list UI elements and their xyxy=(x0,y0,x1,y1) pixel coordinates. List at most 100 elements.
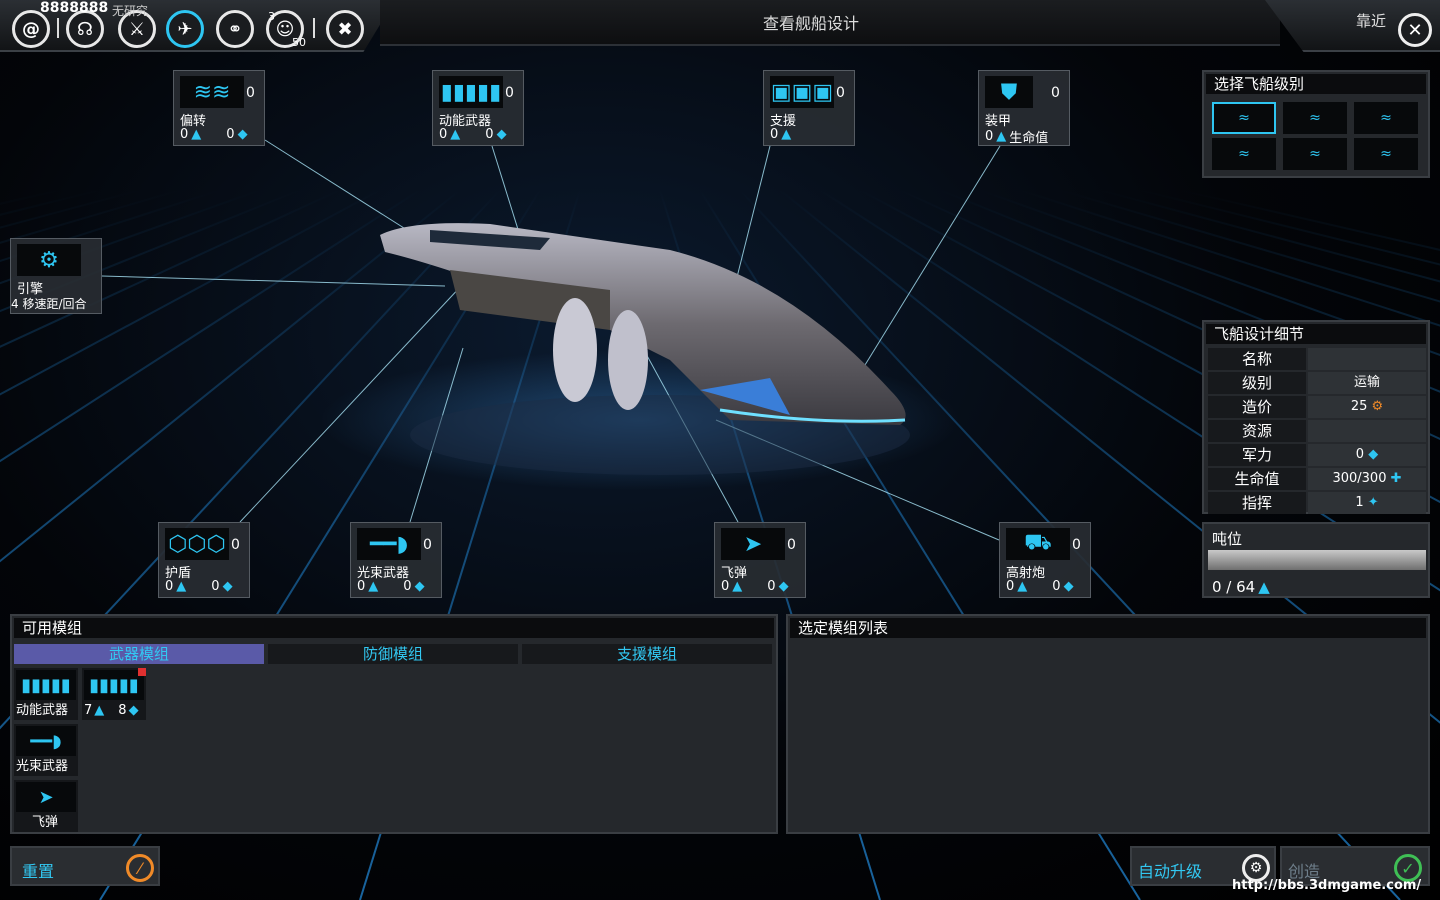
node-stats: 0 ▲ xyxy=(770,127,792,142)
node-shield[interactable]: ⬡⬡⬡ 0 护盾 0 ▲ 0 ◆ xyxy=(158,522,250,598)
detail-row: 级别 运输 xyxy=(1208,372,1426,394)
research-status: 无研究 xyxy=(112,4,149,18)
tonnage-value: 0 / 64 ▲ xyxy=(1212,578,1270,596)
turn-badge: 3 xyxy=(268,10,275,23)
detail-value xyxy=(1308,348,1426,370)
beam-weapon-icon: ━━◗ xyxy=(357,528,421,560)
missile-icon: ➤ xyxy=(16,782,76,812)
armor-icon: ⛊ xyxy=(985,76,1033,108)
node-count: 0 xyxy=(423,537,432,553)
node-kinetic-weapon[interactable]: ▮▮▮▮▮ 0 动能武器 0 ▲ 0 ◆ xyxy=(432,70,524,146)
reset-label: 重置 xyxy=(22,862,55,881)
detail-value xyxy=(1308,420,1426,442)
detail-row: 造价 25 ⚙ xyxy=(1208,396,1426,418)
detail-row: 指挥 1 ✦ xyxy=(1208,492,1426,514)
divider xyxy=(57,18,59,38)
close-icon[interactable]: ✕ xyxy=(1398,13,1432,47)
node-support[interactable]: ▣▣▣ 0 支援 0 ▲ xyxy=(763,70,855,146)
module-label: 光束武器 xyxy=(16,759,69,774)
module-beam-weapon[interactable]: ━━◗ 光束武器 xyxy=(14,724,78,776)
tonnage-title: 吨位 xyxy=(1212,530,1243,548)
tab-support-modules[interactable]: 支援模组 xyxy=(522,644,772,664)
module-label: 飞弹 xyxy=(32,815,59,830)
kinetic-weapon-icon: ▮▮▮▮▮ xyxy=(16,670,76,700)
cancel-icon: ⁄ xyxy=(126,854,154,882)
ship-class-option[interactable]: ≈ xyxy=(1212,102,1276,134)
ship-class-option[interactable]: ≈ xyxy=(1354,102,1418,134)
command-icon: ✦ xyxy=(1363,495,1379,510)
support-icon: ▣▣▣ xyxy=(770,76,834,108)
node-armor[interactable]: ⛊ 0 装甲 0 ▲ 生命值 xyxy=(978,70,1070,146)
module-stats: 7 ▲ 8 ◆ xyxy=(84,703,139,718)
detail-row: 生命值 300/300 ✚ xyxy=(1208,468,1426,490)
node-count: 0 xyxy=(1051,85,1060,101)
top-bar: @ ☊ ⚔ ✈ ⚭ ☺ ✖ 8888888 无研究 3 50 查看舰船设计 靠近… xyxy=(0,0,1440,60)
divider xyxy=(313,18,315,38)
panel-title: 选定模组列表 xyxy=(790,618,1426,638)
detail-key: 资源 xyxy=(1208,420,1306,442)
new-badge xyxy=(138,668,146,676)
tab-defense-modules[interactable]: 防御模组 xyxy=(268,644,518,664)
handshake-icon[interactable]: ⚭ xyxy=(216,10,254,48)
engine-icon: ⚙ xyxy=(17,244,81,276)
node-beam-weapon[interactable]: ━━◗ 0 光束武器 0 ▲ 0 ◆ xyxy=(350,522,442,598)
tools-icon[interactable]: ✖ xyxy=(326,10,364,48)
node-stats: 0 ▲ 0 ◆ xyxy=(721,579,789,594)
detail-value: 运输 xyxy=(1308,372,1426,394)
node-flak[interactable]: ⛟ 0 高射炮 0 ▲ 0 ◆ xyxy=(999,522,1091,598)
detail-key: 指挥 xyxy=(1208,492,1306,514)
panel-title: 选择飞船级别 xyxy=(1206,74,1426,94)
resource-counter: 8888888 xyxy=(40,0,109,16)
gear-icon: ⚙ xyxy=(1367,399,1384,414)
flak-icon: ⛟ xyxy=(1006,528,1070,560)
military-icon: ◆ xyxy=(1364,447,1379,462)
ship-details-panel: 飞船设计细节 名称 级别 运输 造价 25 ⚙ 资源 军力 0 ◆ 生命值 300/300 ✚ 指挥… xyxy=(1202,320,1430,514)
spaceship-model[interactable] xyxy=(370,210,930,480)
detail-row: 名称 xyxy=(1208,348,1426,370)
detail-key: 造价 xyxy=(1208,396,1306,418)
kinetic-weapon-icon: ▮▮▮▮▮ xyxy=(84,670,144,700)
kinetic-weapon-icon: ▮▮▮▮▮ xyxy=(439,76,503,108)
node-deflector[interactable]: ≋≋ 0 偏转 0 ▲ 0 ◆ xyxy=(173,70,265,146)
deflector-icon: ≋≋ xyxy=(180,76,244,108)
detail-value: 1 ✦ xyxy=(1308,492,1426,514)
detail-key: 军力 xyxy=(1208,444,1306,466)
page-title: 查看舰船设计 xyxy=(763,14,860,33)
selected-modules-panel: 选定模组列表 xyxy=(786,614,1430,834)
ship-class-option[interactable]: ≈ xyxy=(1212,138,1276,170)
missile-icon: ➤ xyxy=(721,528,785,560)
node-missile[interactable]: ➤ 0 飞弹 0 ▲ 0 ◆ xyxy=(714,522,806,598)
auto-upgrade-label: 自动升级 xyxy=(1138,862,1203,881)
node-stats: 0 ▲ 0 ◆ xyxy=(1006,579,1074,594)
module-label: 动能武器 xyxy=(16,703,69,718)
detail-value: 25 ⚙ xyxy=(1308,396,1426,418)
tab-weapon-modules[interactable]: 武器模组 xyxy=(14,644,264,664)
ship-class-grid: ≈ ≈ ≈ ≈ ≈ ≈ xyxy=(1212,102,1422,172)
module-kinetic-weapon[interactable]: ▮▮▮▮▮ 动能武器 xyxy=(14,668,78,720)
available-modules-panel: 可用模组 武器模组 防御模组 支援模组 ▮▮▮▮▮ 动能武器 ▮▮▮▮▮ 7 ▲ 8… xyxy=(10,614,778,834)
module-kinetic-upgrade[interactable]: ▮▮▮▮▮ 7 ▲ 8 ◆ xyxy=(82,668,146,720)
node-engine[interactable]: ⚙ 引擎 4 移速距/回合 xyxy=(10,238,102,314)
node-count: 0 xyxy=(246,85,255,101)
module-missile[interactable]: ➤ 飞弹 xyxy=(14,780,78,832)
health-icon: ✚ xyxy=(1386,471,1402,486)
panel-title: 可用模组 xyxy=(14,618,774,638)
ship-class-option[interactable]: ≈ xyxy=(1354,138,1418,170)
detail-value: 0 ◆ xyxy=(1308,444,1426,466)
ship-class-option[interactable]: ≈ xyxy=(1283,102,1347,134)
node-count: 0 xyxy=(231,537,240,553)
detail-row: 军力 0 ◆ xyxy=(1208,444,1426,466)
ship-icon[interactable]: ✈ xyxy=(166,10,204,48)
node-count: 0 xyxy=(505,85,514,101)
node-count: 0 xyxy=(836,85,845,101)
detail-key: 生命值 xyxy=(1208,468,1306,490)
watermark: http://bbs.3dmgame.com/ xyxy=(1232,878,1422,893)
tonnage-bar xyxy=(1208,550,1426,570)
approach-label[interactable]: 靠近 xyxy=(1356,10,1386,31)
node-stats: 0 ▲ 0 ◆ xyxy=(439,127,507,142)
beam-weapon-icon: ━━◗ xyxy=(16,726,76,756)
reset-button[interactable]: 重置 ⁄ xyxy=(10,846,160,886)
tonnage-panel: 吨位 0 / 64 ▲ xyxy=(1202,522,1430,598)
engine-speed: 4 移速距/回合 xyxy=(11,297,87,311)
ship-class-option[interactable]: ≈ xyxy=(1283,138,1347,170)
